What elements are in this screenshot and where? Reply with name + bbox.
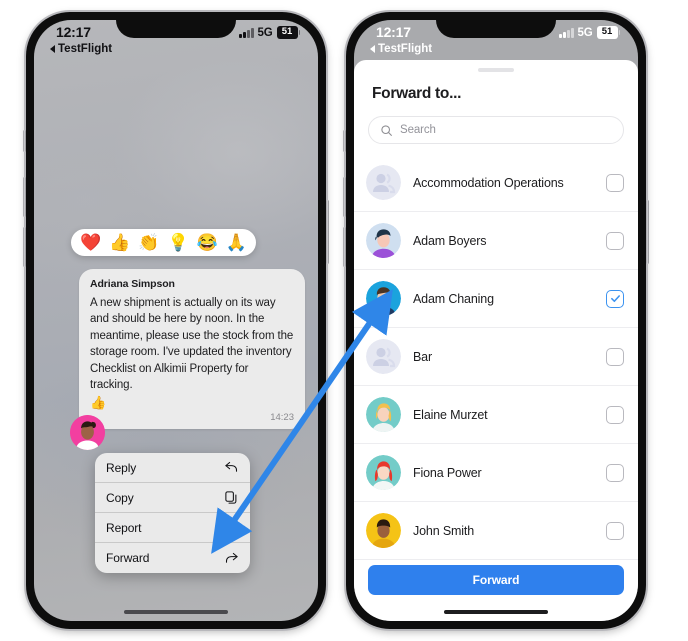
search-placeholder: Search	[400, 124, 436, 136]
laughing-emoji[interactable]: 😂	[197, 234, 218, 251]
avatar	[366, 455, 401, 490]
message-timestamp: 14:23	[270, 412, 294, 424]
message-reaction-emoji[interactable]: 👍	[90, 396, 294, 409]
contact-checkbox[interactable]	[606, 405, 624, 424]
list-item[interactable]: John Smith	[354, 502, 638, 560]
contact-name: Adam Boyers	[413, 233, 487, 248]
avatar-illustration	[70, 415, 105, 450]
copy-documents-icon	[225, 491, 237, 504]
mute-switch[interactable]	[23, 130, 26, 152]
reaction-picker-bar[interactable]: ❤️ 👍 👏 💡 😂 🙏	[71, 229, 257, 256]
contact-name: Bar	[413, 349, 433, 364]
context-menu-label: Copy	[106, 490, 134, 505]
page-title: Forward to...	[372, 85, 462, 102]
list-item[interactable]: Fiona Power	[354, 444, 638, 502]
group-avatar	[366, 165, 401, 200]
group-avatar-illustration	[366, 339, 401, 374]
avatar	[366, 513, 401, 548]
avatar-illustration	[366, 513, 401, 548]
volume-down-button[interactable]	[343, 227, 346, 267]
volume-up-button[interactable]	[343, 177, 346, 217]
forward-arrow-icon	[225, 552, 238, 563]
notch	[116, 12, 236, 38]
list-item[interactable]: Bar	[354, 328, 638, 386]
avatar	[366, 223, 401, 258]
power-button[interactable]	[646, 200, 649, 264]
context-menu-label: Report	[106, 520, 142, 535]
forward-button[interactable]: Forward	[368, 565, 624, 595]
contact-name: John Smith	[413, 523, 475, 538]
lightbulb-emoji[interactable]: 💡	[168, 234, 189, 251]
contact-name: Adam Chaning	[413, 291, 494, 306]
message-bubble[interactable]: Adriana Simpson A new shipment is actual…	[79, 269, 305, 430]
heart-emoji[interactable]: ❤️	[80, 234, 101, 251]
avatar-illustration	[366, 281, 401, 316]
flag-icon	[226, 521, 236, 534]
contact-checkbox[interactable]	[606, 289, 624, 308]
home-indicator[interactable]	[124, 610, 228, 614]
contact-name: Accommodation Operations	[413, 175, 564, 190]
list-item[interactable]: Elaine Murzet	[354, 386, 638, 444]
context-menu-label: Forward	[106, 551, 150, 565]
contact-checkbox[interactable]	[606, 521, 624, 540]
search-input[interactable]: Search	[368, 116, 624, 144]
checkmark-icon	[610, 295, 620, 303]
contact-list[interactable]: Accommodation Operations Adam Boyers Ada…	[354, 154, 638, 560]
left-phone-frame: 12:17 5G 51 TestFlight ❤️ 👍 👏 💡 😂 🙏 Adri…	[23, 12, 329, 629]
sheet-grabber[interactable]	[478, 68, 514, 72]
power-button[interactable]	[326, 200, 329, 264]
list-item[interactable]: Accommodation Operations	[354, 154, 638, 212]
avatar-illustration	[366, 223, 401, 258]
volume-up-button[interactable]	[23, 177, 26, 217]
context-menu-item-report[interactable]: Report	[95, 513, 250, 543]
message-text: A new shipment is actually on its way an…	[90, 297, 294, 392]
group-avatar-illustration	[366, 165, 401, 200]
mute-switch[interactable]	[343, 130, 346, 152]
right-phone-screen: 12:17 5G 51 TestFlight Forward to... Sea…	[354, 20, 638, 621]
thumbs-up-emoji[interactable]: 👍	[109, 234, 130, 251]
context-menu-item-reply[interactable]: Reply	[95, 453, 250, 483]
forward-sheet: Forward to... Search Accommodation Opera…	[354, 60, 638, 621]
volume-down-button[interactable]	[23, 227, 26, 267]
search-icon	[381, 124, 392, 136]
context-menu-item-forward[interactable]: Forward	[95, 543, 250, 573]
avatar	[366, 397, 401, 432]
contact-name: Elaine Murzet	[413, 407, 488, 422]
notch	[436, 12, 556, 38]
group-avatar	[366, 339, 401, 374]
clapping-hands-emoji[interactable]: 👏	[138, 234, 159, 251]
avatar	[366, 281, 401, 316]
list-item[interactable]: Adam Boyers	[354, 212, 638, 270]
contact-checkbox[interactable]	[606, 231, 624, 250]
context-menu-label: Reply	[106, 460, 137, 475]
contact-checkbox[interactable]	[606, 347, 624, 366]
home-indicator[interactable]	[444, 610, 548, 614]
message-author: Adriana Simpson	[90, 278, 175, 290]
list-item[interactable]: Adam Chaning	[354, 270, 638, 328]
right-phone-frame: 12:17 5G 51 TestFlight Forward to... Sea…	[343, 12, 649, 629]
avatar-illustration	[366, 455, 401, 490]
reply-arrow-icon	[225, 461, 238, 472]
context-menu-item-copy[interactable]: Copy	[95, 483, 250, 513]
avatar	[70, 415, 105, 450]
contact-name: Fiona Power	[413, 465, 482, 480]
contact-checkbox[interactable]	[606, 463, 624, 482]
message-context-menu[interactable]: Reply Copy Report Forward	[95, 453, 250, 573]
praying-hands-emoji[interactable]: 🙏	[226, 234, 247, 251]
left-phone-screen: 12:17 5G 51 TestFlight ❤️ 👍 👏 💡 😂 🙏 Adri…	[34, 20, 318, 621]
avatar-illustration	[366, 397, 401, 432]
contact-checkbox[interactable]	[606, 173, 624, 192]
